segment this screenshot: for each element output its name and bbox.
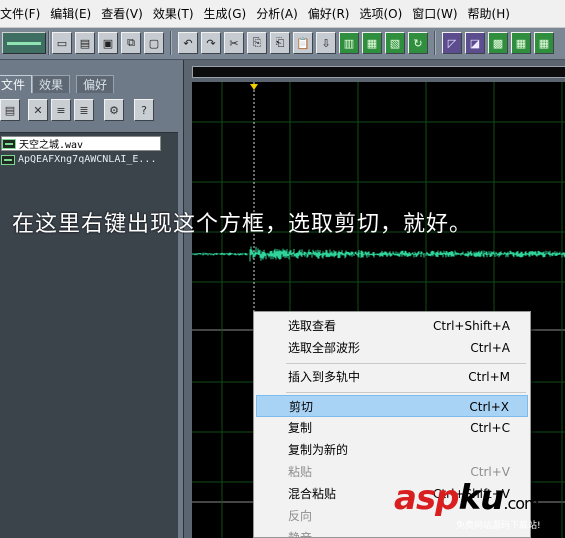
- menu-favorites[interactable]: 偏好(R): [303, 0, 355, 27]
- menu-item-shortcut: Ctrl+A: [470, 341, 510, 355]
- menu-analyze[interactable]: 分析(A): [251, 0, 303, 27]
- menu-item-copy-to-new[interactable]: 复制为新的: [256, 439, 528, 461]
- undo-icon[interactable]: ↶: [178, 32, 198, 54]
- menu-window[interactable]: 窗口(W): [407, 0, 462, 27]
- copy-new-icon[interactable]: ⎗: [270, 32, 290, 54]
- menu-item-copy[interactable]: 复制 Ctrl+C: [256, 417, 528, 439]
- tab-effects[interactable]: 效果: [32, 75, 71, 93]
- select-view-icon[interactable]: ◪: [465, 32, 485, 54]
- file-list: 天空之城.wav ApQEAFXng7qAWCNLAI_E...: [0, 132, 178, 538]
- menu-item-label: 选取全部波形: [288, 341, 361, 355]
- menu-item-cut[interactable]: 剪切 Ctrl+X: [256, 395, 528, 417]
- menu-view[interactable]: 查看(V): [96, 0, 148, 27]
- files-toolbar: ▤ ✕ ≡ ≣ ⚙ ?: [0, 96, 182, 126]
- insert-icon[interactable]: ≡: [51, 99, 71, 121]
- menu-effects[interactable]: 效果(T): [148, 0, 199, 27]
- menu-item-label: 复制: [288, 421, 313, 435]
- menu-edit[interactable]: 编辑(E): [45, 0, 96, 27]
- menu-generate[interactable]: 生成(G): [199, 0, 252, 27]
- watermark-logo: aspku.com: [394, 478, 540, 518]
- new-file-icon[interactable]: ▭: [52, 32, 72, 54]
- list-item[interactable]: 天空之城.wav: [1, 136, 161, 151]
- menu-item-label: 反向: [288, 509, 313, 523]
- open-folder-icon[interactable]: ▤: [75, 32, 95, 54]
- menu-separator: [286, 392, 526, 393]
- grid-view-icon[interactable]: ▦: [511, 32, 531, 54]
- menu-bar: 文件(F) 编辑(E) 查看(V) 效果(T) 生成(G) 分析(A) 偏好(R…: [0, 0, 565, 28]
- menu-file[interactable]: 文件(F): [0, 0, 45, 27]
- menu-item-label: 剪切: [289, 400, 314, 414]
- sort-icon[interactable]: ⚙: [104, 99, 124, 121]
- redo-icon[interactable]: ↷: [201, 32, 221, 54]
- cut-icon[interactable]: ✂: [224, 32, 244, 54]
- menu-item-label: 粘贴: [288, 465, 313, 479]
- help-icon[interactable]: ?: [134, 99, 154, 121]
- wave-file-icon: [2, 138, 16, 149]
- paste-new-icon[interactable]: ⇩: [316, 32, 336, 54]
- site-watermark: aspku.com 免费网站源码下载站!: [394, 478, 565, 538]
- spectral-view-icon[interactable]: ▩: [488, 32, 508, 54]
- grid-alt-icon[interactable]: ▦: [534, 32, 554, 54]
- menu-item-select-all[interactable]: 选取全部波形 Ctrl+A: [256, 337, 528, 359]
- silence-icon[interactable]: ▦: [362, 32, 382, 54]
- menu-item-shortcut: Ctrl+Shift+A: [433, 319, 510, 333]
- menu-item-label: 混合粘贴: [288, 487, 337, 501]
- toolbar-separator: [434, 31, 436, 55]
- paste-icon[interactable]: 📋: [293, 32, 313, 54]
- convert-icon[interactable]: ↻: [408, 32, 428, 54]
- wave-file-icon: [1, 154, 15, 165]
- save-selection-icon[interactable]: ▢: [144, 32, 164, 54]
- trim-icon[interactable]: ▥: [339, 32, 359, 54]
- open-file-icon[interactable]: ▤: [0, 99, 20, 121]
- copy-icon[interactable]: ⎘: [247, 32, 267, 54]
- envelope-icon[interactable]: ◸: [442, 32, 462, 54]
- mix-paste-icon[interactable]: ▧: [385, 32, 405, 54]
- menu-item-label: 选取查看: [288, 319, 337, 333]
- file-name: 天空之城.wav: [19, 140, 84, 151]
- menu-item-label: 复制为新的: [288, 443, 349, 457]
- waveform-trace: [192, 246, 565, 262]
- toolbar-separator: [170, 31, 172, 55]
- toolbar-separator: [48, 31, 50, 55]
- tab-files[interactable]: 文件: [0, 75, 33, 93]
- multitrack-toggle-button[interactable]: [2, 32, 46, 54]
- file-name: ApQEAFXng7qAWCNLAI_E...: [18, 154, 157, 165]
- menu-item-shortcut: Ctrl+M: [468, 370, 510, 384]
- save-icon[interactable]: ▣: [98, 32, 118, 54]
- watermark-logo-com: .com: [503, 494, 539, 513]
- menu-item-label: 静音: [288, 531, 313, 538]
- watermark-subtext: 免费网站源码下载站!: [456, 521, 541, 531]
- main-toolbar: ▭ ▤ ▣ ⧉ ▢ ↶ ↷ ✂ ⎘ ⎗ 📋 ⇩ ▥ ▦ ▧ ↻ ◸ ◪ ▩ ▦ …: [0, 28, 565, 60]
- menu-item-insert-multitrack[interactable]: 插入到多轨中 Ctrl+M: [256, 366, 528, 388]
- menu-item-label: 插入到多轨中: [288, 370, 361, 384]
- timeline-ruler[interactable]: [192, 66, 565, 78]
- close-file-icon[interactable]: ✕: [28, 99, 48, 121]
- tab-favorites[interactable]: 偏好: [76, 75, 115, 93]
- menu-item-shortcut: Ctrl+X: [469, 400, 509, 414]
- menu-item-shortcut: Ctrl+C: [470, 421, 510, 435]
- watermark-logo-asp: asp: [394, 478, 460, 518]
- panel-tabs: 文件 效果 偏好: [0, 75, 182, 93]
- organizer-panel: 文件 效果 偏好 ▤ ✕ ≡ ≣ ⚙ ? 天空之城.wav ApQEAFXng7…: [0, 60, 182, 538]
- menu-options[interactable]: 选项(O): [354, 0, 407, 27]
- list-item[interactable]: ApQEAFXng7qAWCNLAI_E...: [1, 152, 177, 167]
- save-as-icon[interactable]: ⧉: [121, 32, 141, 54]
- menu-help[interactable]: 帮助(H): [463, 0, 515, 27]
- watermark-logo-ku: ku: [458, 478, 505, 518]
- insert-multitrack-icon[interactable]: ≣: [74, 99, 94, 121]
- menu-item-select-view[interactable]: 选取查看 Ctrl+Shift+A: [256, 315, 528, 337]
- menu-separator: [286, 363, 526, 364]
- instruction-annotation: 在这里右键出现这个方框，选取剪切，就好。: [12, 212, 473, 237]
